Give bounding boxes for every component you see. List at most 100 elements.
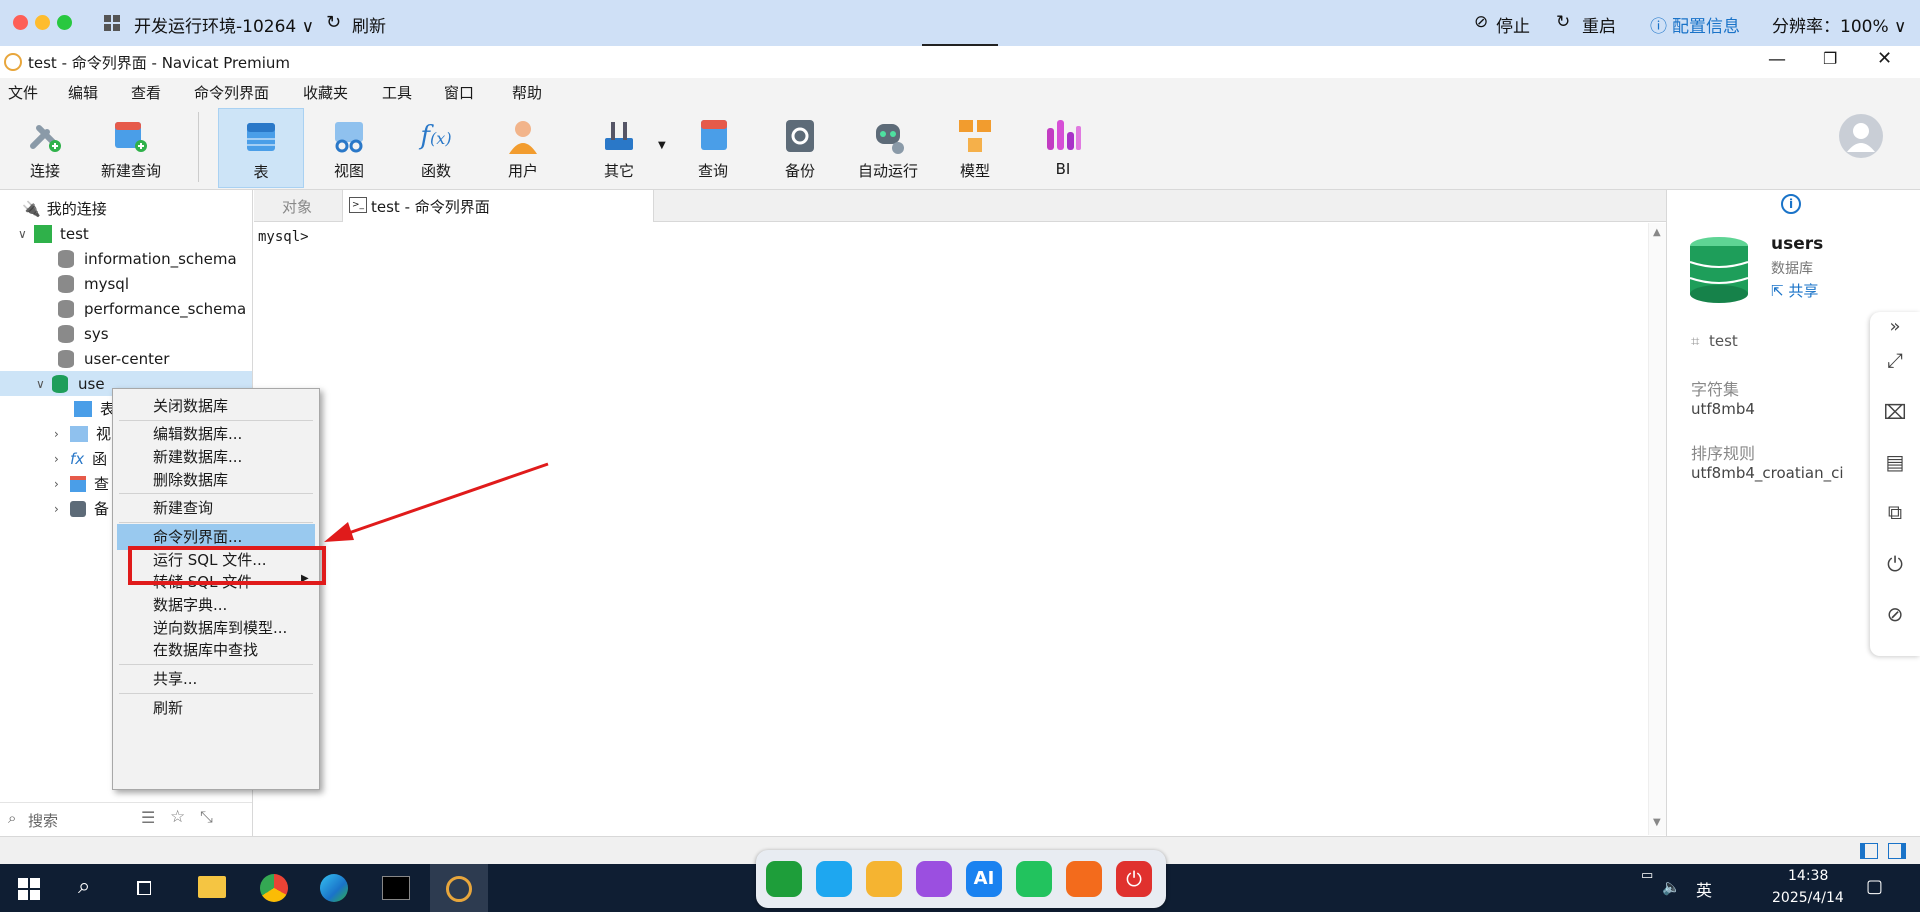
ctx-refresh[interactable]: 刷新 bbox=[153, 697, 183, 718]
tree-db-performance-schema[interactable]: performance_schema bbox=[58, 296, 246, 321]
info-icon[interactable]: ⓘ bbox=[1650, 12, 1667, 37]
tree-connection-test[interactable]: ∨ test bbox=[18, 221, 89, 246]
ctx-close-database[interactable]: 关闭数据库 bbox=[153, 395, 228, 416]
refresh-icon[interactable]: ↻ bbox=[326, 12, 341, 33]
edge-icon[interactable] bbox=[320, 874, 348, 902]
dock-power-icon[interactable]: ⏻ bbox=[1116, 861, 1152, 897]
menu-command-line[interactable]: 命令列界面 bbox=[194, 82, 269, 103]
toolbar-model[interactable]: 模型 bbox=[932, 108, 1018, 188]
clock-time[interactable]: 14:38 bbox=[1788, 868, 1828, 884]
refresh-button[interactable]: 刷新 bbox=[352, 12, 386, 37]
network-icon[interactable]: ▭ bbox=[1641, 868, 1653, 883]
close-window-button[interactable]: ✕ bbox=[1877, 48, 1892, 69]
notification-icon[interactable]: ▢ bbox=[1866, 876, 1883, 897]
layout-right-icon[interactable] bbox=[1888, 843, 1906, 859]
dock-sign-icon[interactable] bbox=[766, 861, 802, 897]
hide-eye-icon[interactable]: ⊘ bbox=[1870, 602, 1920, 652]
volume-icon[interactable]: 🔈 bbox=[1662, 878, 1681, 896]
tree-db-users[interactable]: ∨ use bbox=[36, 371, 105, 396]
toolbar-bi[interactable]: BI bbox=[1020, 108, 1106, 188]
chevron-right-icon[interactable]: › bbox=[54, 477, 70, 491]
tab-objects[interactable]: 对象 bbox=[282, 196, 312, 217]
dock-ai-icon[interactable]: AI bbox=[966, 861, 1002, 897]
layout-left-icon[interactable] bbox=[1860, 843, 1878, 859]
tree-backups[interactable]: › 备 bbox=[54, 496, 109, 521]
dock-desktop-icon[interactable] bbox=[816, 861, 852, 897]
toolbar-view[interactable]: 视图 bbox=[306, 108, 392, 188]
search-icon[interactable]: ⌕ bbox=[78, 874, 90, 899]
toolbar-table[interactable]: 表 bbox=[218, 108, 304, 188]
filter-icon[interactable]: ☰ bbox=[141, 808, 155, 827]
minimize-dot-icon[interactable] bbox=[35, 15, 50, 30]
chevron-down-icon[interactable]: ∨ bbox=[36, 377, 52, 391]
menu-view[interactable]: 查看 bbox=[131, 82, 161, 103]
ctx-delete-database[interactable]: 删除数据库 bbox=[153, 469, 228, 490]
my-connections-header[interactable]: 🔌 我的连接 bbox=[22, 196, 107, 221]
menu-edit[interactable]: 编辑 bbox=[68, 82, 98, 103]
account-avatar[interactable] bbox=[1839, 114, 1883, 158]
chrome-icon[interactable] bbox=[260, 874, 288, 902]
task-view-icon[interactable]: ⧠ bbox=[136, 876, 152, 900]
ctx-reverse-to-model[interactable]: 逆向数据库到模型... bbox=[153, 617, 287, 638]
tab-command-line[interactable]: >_ test - 命令列界面 bbox=[342, 190, 654, 222]
ctx-data-dictionary[interactable]: 数据字典... bbox=[153, 594, 227, 615]
toolbar-query[interactable]: 查询 bbox=[670, 108, 756, 188]
editor-scrollbar[interactable]: ▲ ▼ bbox=[1648, 223, 1666, 835]
collapse-icon[interactable]: ⤡ bbox=[200, 807, 213, 827]
config-button[interactable]: 配置信息 bbox=[1672, 12, 1740, 37]
copy-window-icon[interactable]: ⧉ bbox=[1870, 500, 1920, 550]
tree-views[interactable]: › 视 bbox=[54, 421, 111, 446]
fullscreen-icon[interactable]: ⤢ bbox=[1870, 348, 1920, 398]
windows-start-icon[interactable] bbox=[18, 878, 40, 900]
env-selector[interactable]: 开发运行环境-10264 ∨ bbox=[134, 12, 314, 37]
stop-button[interactable]: 停止 bbox=[1496, 12, 1530, 37]
dock-settings-icon[interactable] bbox=[1066, 861, 1102, 897]
navicat-taskbar-item[interactable] bbox=[430, 864, 488, 912]
restart-button[interactable]: 重启 bbox=[1582, 12, 1616, 37]
toolbar-function[interactable]: f(x) 函数 bbox=[393, 108, 479, 188]
share-link[interactable]: ⇱ 共享 bbox=[1771, 280, 1818, 301]
chevron-right-icon[interactable]: › bbox=[54, 452, 70, 466]
other-dropdown-icon[interactable]: ▼ bbox=[658, 140, 666, 151]
ime-indicator[interactable]: 英 bbox=[1696, 877, 1712, 901]
toolbar-backup[interactable]: 备份 bbox=[757, 108, 843, 188]
restore-window-button[interactable]: ❐ bbox=[1823, 49, 1837, 68]
dock-chat-icon[interactable] bbox=[1016, 861, 1052, 897]
tree-db-sys[interactable]: sys bbox=[58, 321, 109, 346]
chevron-down-icon[interactable]: ∨ bbox=[18, 227, 34, 241]
tree-functions[interactable]: › fx 函 bbox=[54, 446, 107, 471]
fit-screen-icon[interactable]: ⌧ bbox=[1870, 400, 1920, 450]
toolbar-connect[interactable]: 连接 bbox=[2, 108, 88, 188]
chevron-right-icon[interactable]: › bbox=[54, 427, 70, 441]
toolbar-new-query[interactable]: 新建查询 bbox=[88, 108, 174, 188]
ctx-new-database[interactable]: 新建数据库... bbox=[153, 446, 242, 467]
info-icon[interactable]: i bbox=[1781, 194, 1801, 214]
star-icon[interactable]: ☆ bbox=[170, 807, 185, 827]
toolbar-automation[interactable]: 自动运行 bbox=[845, 108, 931, 188]
scroll-up-icon[interactable]: ▲ bbox=[1653, 227, 1661, 238]
toolbar-user[interactable]: 用户 bbox=[480, 108, 566, 188]
menu-tools[interactable]: 工具 bbox=[382, 82, 412, 103]
tree-db-mysql[interactable]: mysql bbox=[58, 271, 129, 296]
ctx-find-in-database[interactable]: 在数据库中查找 bbox=[153, 639, 258, 660]
resolution-selector[interactable]: 分辨率：100% ∨ bbox=[1772, 12, 1906, 37]
power-icon[interactable]: ⏻ bbox=[1870, 552, 1920, 602]
dock-server-icon[interactable] bbox=[866, 861, 902, 897]
menu-file[interactable]: 文件 bbox=[8, 82, 38, 103]
ctx-command-line[interactable]: 命令列界面... bbox=[153, 526, 242, 547]
tree-db-user-center[interactable]: user-center bbox=[58, 346, 169, 371]
terminal-app-icon[interactable] bbox=[382, 876, 410, 900]
maximize-dot-icon[interactable] bbox=[57, 15, 72, 30]
tree-queries[interactable]: › 查 bbox=[54, 471, 109, 496]
minimize-window-button[interactable]: — bbox=[1768, 49, 1786, 70]
close-dot-icon[interactable] bbox=[13, 15, 28, 30]
clock-date[interactable]: 2025/4/14 bbox=[1772, 890, 1844, 906]
tree-db-information-schema[interactable]: information_schema bbox=[58, 246, 237, 271]
tree-tables[interactable]: 表 bbox=[74, 396, 115, 421]
menu-window[interactable]: 窗口 bbox=[444, 82, 474, 103]
menu-help[interactable]: 帮助 bbox=[512, 82, 542, 103]
stop-icon[interactable]: ⊘ bbox=[1474, 12, 1488, 32]
chevron-right-icon[interactable]: › bbox=[54, 502, 70, 516]
expand-chevron-icon[interactable]: » bbox=[1870, 316, 1920, 346]
toolbar-other[interactable]: 其它 bbox=[576, 108, 662, 188]
